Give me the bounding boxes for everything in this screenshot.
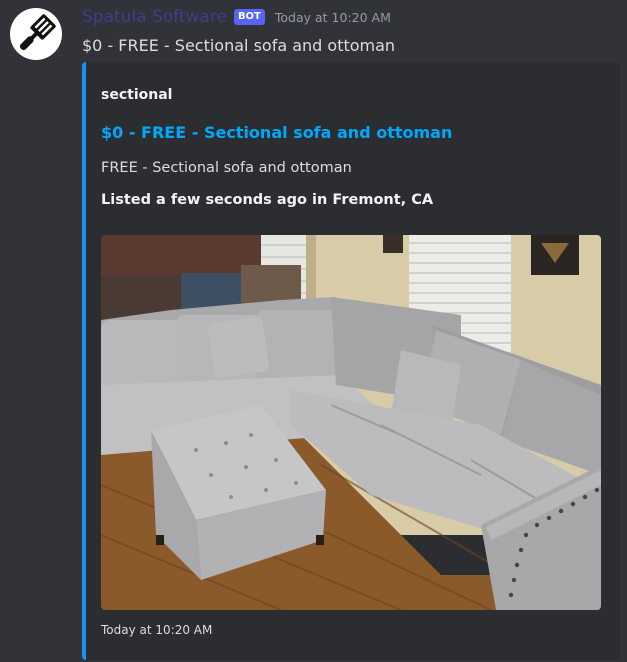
embed-listing-info: Listed a few seconds ago in Fremont, CA [101, 192, 434, 208]
message-content: $0 - FREE - Sectional sofa and ottoman [82, 36, 396, 55]
listing-embed: sectional $0 - FREE - Sectional sofa and… [82, 62, 620, 660]
message-header: Spatula Software BOT Today at 10:20 AM [82, 7, 391, 27]
chat-message: Spatula Software BOT Today at 10:20 AM $… [0, 0, 627, 662]
spatula-icon [19, 14, 56, 51]
embed-author: sectional [101, 87, 173, 103]
avatar[interactable] [10, 8, 62, 60]
bot-tag: BOT [233, 9, 265, 25]
sofa-photo-image [101, 235, 601, 610]
username[interactable]: Spatula Software [82, 7, 227, 27]
message-timestamp: Today at 10:20 AM [274, 9, 391, 25]
listing-photo[interactable] [101, 235, 601, 610]
embed-title-link[interactable]: $0 - FREE - Sectional sofa and ottoman [101, 123, 452, 142]
embed-footer-timestamp: Today at 10:20 AM [101, 623, 213, 637]
embed-description: FREE - Sectional sofa and ottoman [101, 160, 352, 176]
